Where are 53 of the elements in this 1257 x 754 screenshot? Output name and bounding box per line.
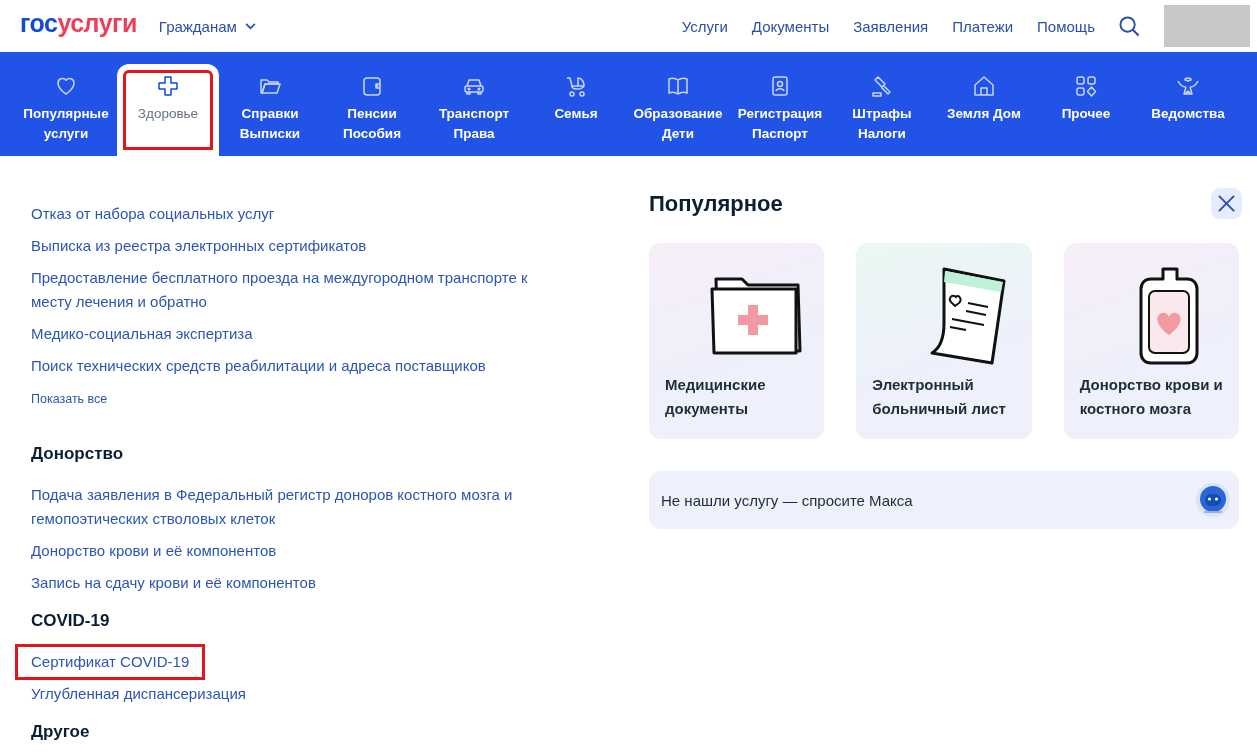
service-link[interactable]: Отказ от набора социальных услуг (31, 202, 571, 226)
category-tab[interactable]: Регистрация Паспорт (729, 64, 831, 156)
popular-heading: Популярное (649, 190, 783, 217)
card-title: Медицинские документы (665, 375, 767, 419)
card-title: Электронный больничный лист (872, 375, 1007, 419)
assistant-bar[interactable]: Не нашли услугу — спросите Макса (649, 471, 1239, 529)
service-link[interactable]: Донорство крови и её компонентов (31, 539, 571, 563)
logo[interactable]: госуслуги (20, 8, 137, 38)
menu-link[interactable]: Помощь (1037, 17, 1095, 35)
category-tab[interactable]: Семья (525, 64, 627, 156)
service-link[interactable]: Сертификат COVID-19 (15, 644, 206, 680)
chevron-down-icon (244, 22, 256, 30)
assistant-prompt: Не нашли услугу — спросите Макса (661, 491, 913, 509)
service-link[interactable]: Поиск технических средств реабилитации и адреса поставщиков (31, 354, 571, 378)
category-tab[interactable]: Штрафы Налоги (831, 64, 933, 156)
popular-card[interactable]: Электронный больничный лист (856, 243, 1032, 439)
gavel-icon (870, 74, 894, 98)
category-tab[interactable]: Популярные услуги (15, 64, 117, 156)
service-link[interactable]: Углубленная диспансеризация (31, 682, 571, 706)
menu-link[interactable]: Услуги (681, 17, 728, 35)
category-tab[interactable]: Образование Дети (627, 64, 729, 156)
menu-link[interactable]: Документы (751, 17, 830, 35)
close-icon (1217, 194, 1236, 213)
category-tab[interactable]: Здоровье (117, 64, 219, 156)
show-all-link[interactable]: Показать все (31, 392, 108, 406)
card-title: Донорство крови и костного мозга (1079, 375, 1223, 419)
section-heading: Другое (31, 721, 91, 743)
search-icon[interactable] (1119, 15, 1140, 37)
section-heading: Донорство (31, 443, 125, 465)
stroller-icon (564, 74, 588, 98)
popular-card[interactable]: Донорство крови и костного мозга (1063, 243, 1239, 439)
grid-icon (1074, 74, 1098, 98)
category-tab[interactable]: Транспорт Права (423, 64, 525, 156)
category-tab[interactable]: Пенсии Пособия (321, 64, 423, 156)
menu-link[interactable]: Заявления (853, 17, 929, 35)
category-tab[interactable]: Земля Дом (933, 64, 1035, 156)
wallet-icon (360, 74, 384, 98)
menu-link[interactable]: Платежи (952, 17, 1014, 35)
service-link[interactable]: Подача заявления в Федеральный регистр доноров костного мозга и гемопоэтических стволовых клеток (31, 483, 571, 531)
service-link[interactable]: Предоставление бесплатного проезда на междугородном транспорте к месту лечения и обратно (31, 266, 571, 314)
service-link[interactable]: Медико-социальная экспертиза (31, 322, 571, 346)
category-tab[interactable]: Ведомства (1137, 64, 1239, 156)
service-link[interactable]: Запись на сдачу крови и её компонентов (31, 571, 571, 595)
section-heading: COVID-19 (31, 610, 111, 632)
category-tab[interactable]: Справки Выписки (219, 64, 321, 156)
house-icon (972, 74, 996, 98)
audience-dropdown[interactable]: Гражданам (158, 17, 256, 35)
plus-icon (156, 74, 180, 98)
category-tab[interactable]: Прочее (1035, 64, 1137, 156)
robot-avatar-icon (1195, 482, 1231, 518)
service-link[interactable]: Выписка из реестра электронных сертификатов (31, 234, 571, 258)
close-button[interactable] (1211, 188, 1242, 219)
popular-card[interactable]: Медицинские документы (649, 243, 825, 439)
